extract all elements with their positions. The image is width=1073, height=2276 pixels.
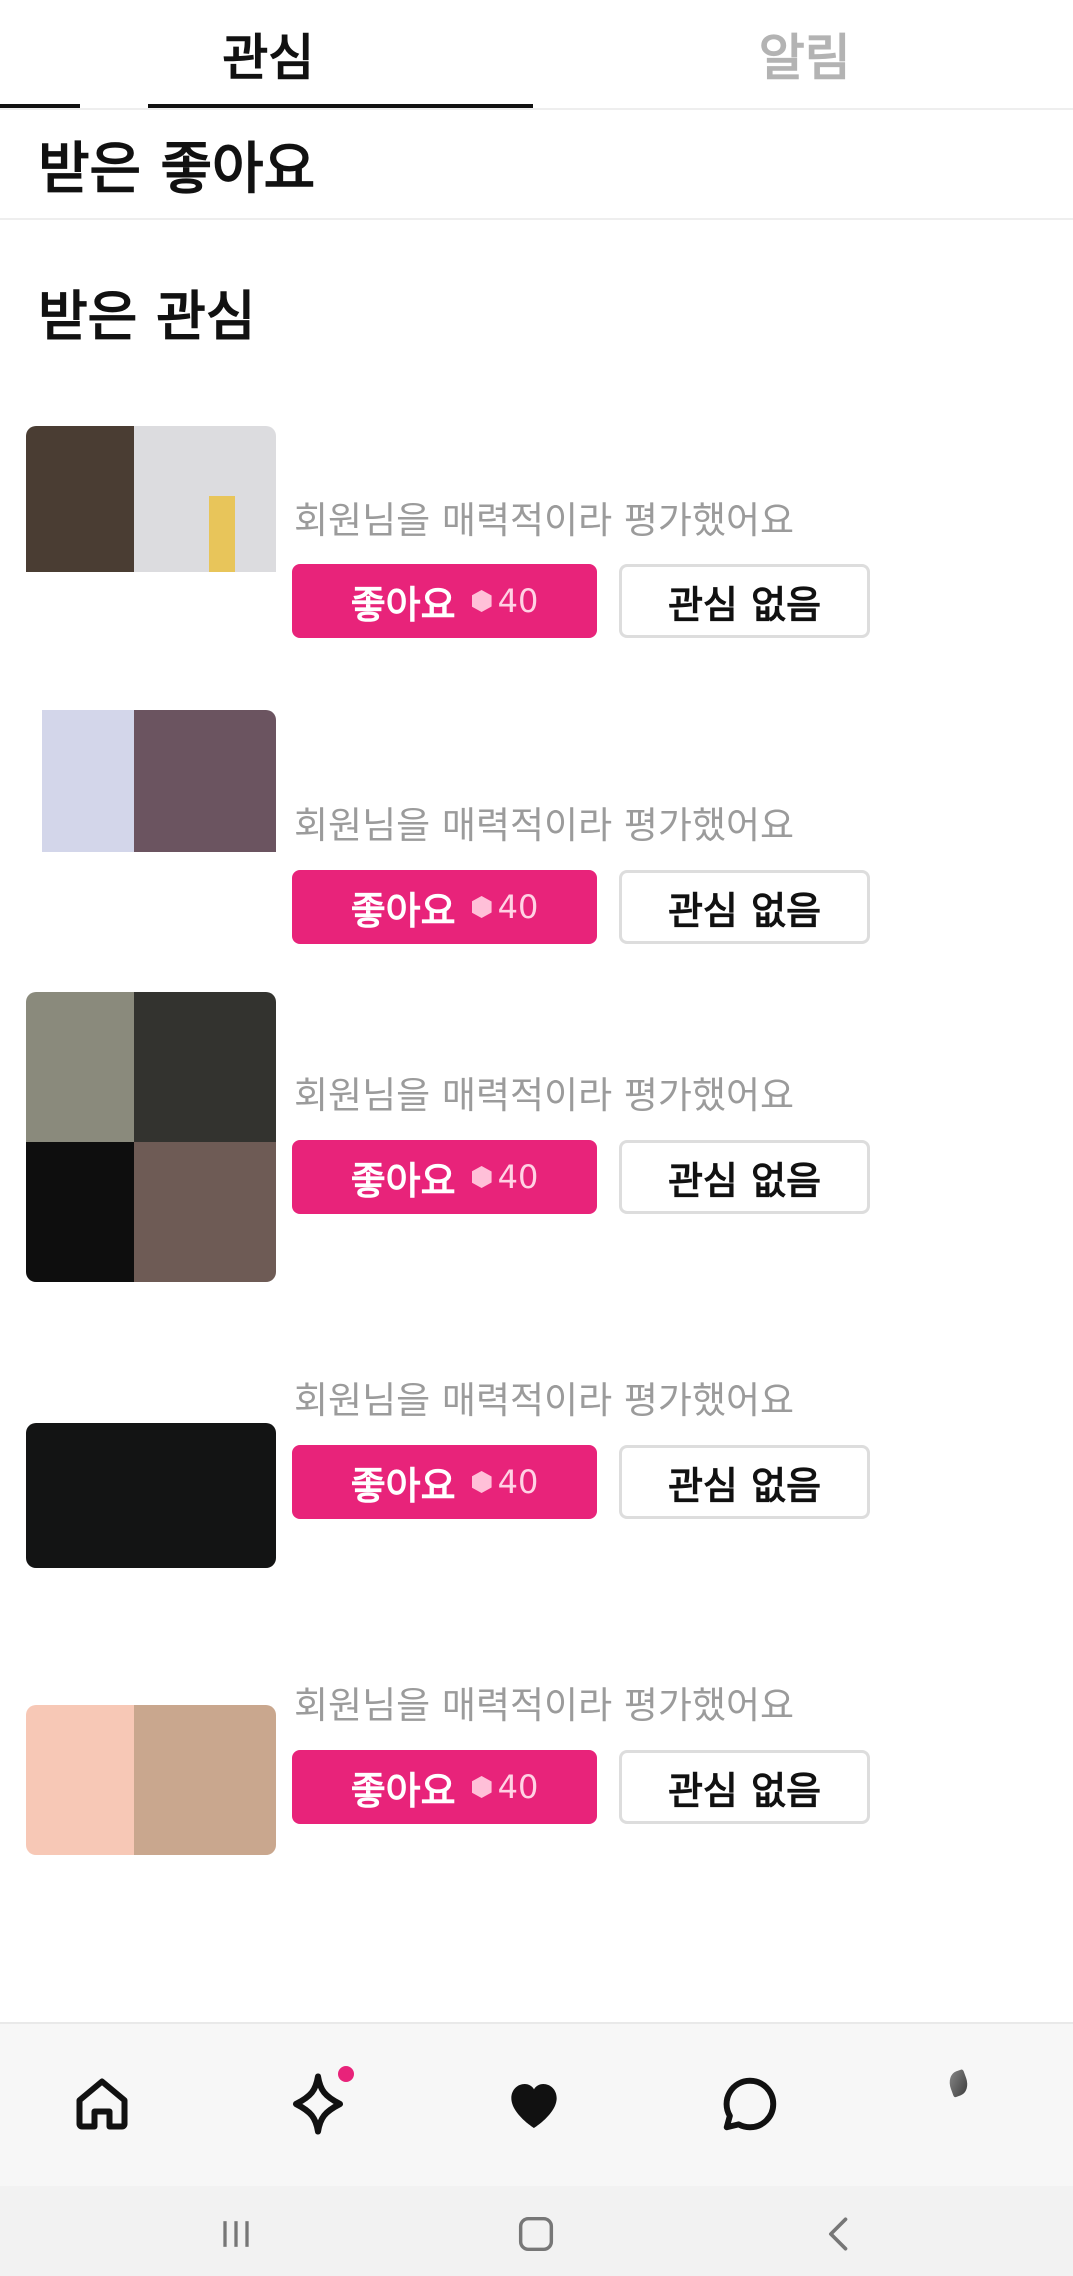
top-tabs: 관심 알림: [0, 0, 1073, 110]
nav-likes[interactable]: [484, 2054, 584, 2154]
recent-apps-icon: [223, 2221, 249, 2247]
chat-icon: [723, 2077, 777, 2131]
system-navigation-bar: [0, 2186, 1073, 2276]
like-cost: 40: [471, 1463, 539, 1501]
list-item: 회원님을 매력적이라 평가했어요 좋아요 40 관심 없음: [0, 420, 1073, 710]
item-message: 회원님을 매력적이라 평가했어요: [294, 1684, 795, 1727]
gem-icon: [471, 896, 492, 918]
gem-icon: [471, 1166, 492, 1188]
gem-icon: [471, 590, 492, 612]
like-button[interactable]: 좋아요 40: [292, 870, 597, 944]
gem-icon: [471, 1471, 492, 1493]
avatar[interactable]: [26, 1990, 276, 2022]
cost-value: 40: [497, 1768, 539, 1806]
not-interested-label: 관심 없음: [667, 1768, 822, 1813]
like-cost: 40: [471, 582, 539, 620]
gem-icon: [471, 1776, 492, 1798]
avatar[interactable]: [26, 710, 276, 870]
item-message: 회원님을 매력적이라 평가했어요: [294, 499, 795, 542]
cost-value: 40: [497, 1463, 539, 1501]
not-interested-label: 관심 없음: [667, 888, 822, 933]
not-interested-label: 관심 없음: [667, 1463, 822, 1508]
list-item: 회원님을 매력적이라 평가했어요 좋아요 40 관심 없음: [0, 990, 1073, 1282]
avatar[interactable]: [26, 426, 276, 586]
not-interested-button[interactable]: 관심 없음: [619, 1140, 870, 1214]
tab-indicator-left-segment: [0, 104, 80, 108]
profile-icon: [945, 2068, 972, 2098]
received-likes-header[interactable]: 받은 좋아요: [0, 110, 1073, 220]
not-interested-label: 관심 없음: [667, 1158, 822, 1203]
item-message: 회원님을 매력적이라 평가했어요: [294, 1074, 795, 1117]
like-button[interactable]: 좋아요 40: [292, 1140, 597, 1214]
not-interested-button[interactable]: 관심 없음: [619, 870, 870, 944]
system-home-button[interactable]: [496, 2204, 576, 2264]
received-likes-title: 받은 좋아요: [38, 136, 316, 202]
home-icon: [76, 2078, 128, 2130]
notification-dot: [338, 2066, 354, 2082]
item-message: 회원님을 매력적이라 평가했어요: [294, 804, 795, 847]
like-cost: 40: [471, 1768, 539, 1806]
recent-apps-button[interactable]: [196, 2204, 276, 2264]
like-button[interactable]: 좋아요 40: [292, 1750, 597, 1824]
like-label: 좋아요: [350, 1158, 456, 1203]
like-button[interactable]: 좋아요 40: [292, 1445, 597, 1519]
tab-interest-label: 관심: [222, 29, 315, 87]
nav-explore[interactable]: [268, 2054, 368, 2154]
item-message: 회원님을 매력적이라 평가했어요: [294, 1379, 795, 1422]
nav-chat[interactable]: [700, 2054, 800, 2154]
nav-profile[interactable]: [916, 2054, 1016, 2154]
cost-value: 40: [497, 582, 539, 620]
home-square-icon: [518, 2216, 554, 2252]
not-interested-button[interactable]: 관심 없음: [619, 564, 870, 638]
section-title: 받은 관심: [38, 285, 256, 348]
not-interested-button[interactable]: 관심 없음: [619, 1445, 870, 1519]
like-button[interactable]: 좋아요 40: [292, 564, 597, 638]
bottom-navigation: [0, 2022, 1073, 2186]
not-interested-button[interactable]: 관심 없음: [619, 1750, 870, 1824]
cost-value: 40: [497, 888, 539, 926]
like-label: 좋아요: [350, 1463, 456, 1508]
tab-interest[interactable]: 관심: [0, 0, 537, 108]
like-label: 좋아요: [350, 582, 456, 627]
back-icon: [829, 2217, 848, 2251]
not-interested-label: 관심 없음: [667, 582, 822, 627]
like-cost: 40: [471, 1158, 539, 1196]
cost-value: 40: [497, 1158, 539, 1196]
list-item: 회원님을 매력적이라 평가했어요 좋아요 40 관심 없음: [0, 1600, 1073, 1890]
like-label: 좋아요: [350, 888, 456, 933]
list-item-partial: [0, 1960, 1073, 2022]
heart-icon: [511, 2084, 557, 2128]
like-cost: 40: [471, 888, 539, 926]
tab-notifications-label: 알림: [758, 29, 851, 87]
list-item: 회원님을 매력적이라 평가했어요 좋아요 40 관심 없음: [0, 710, 1073, 1000]
avatar[interactable]: [26, 1423, 276, 1568]
system-back-button[interactable]: [800, 2204, 880, 2264]
active-tab-indicator: [148, 104, 533, 108]
avatar[interactable]: [26, 992, 276, 1282]
avatar[interactable]: [26, 1705, 276, 1855]
tab-notifications[interactable]: 알림: [537, 0, 1073, 108]
nav-home[interactable]: [52, 2054, 152, 2154]
list-item: 회원님을 매력적이라 평가했어요 좋아요 40 관심 없음: [0, 1295, 1073, 1585]
like-label: 좋아요: [350, 1768, 456, 1813]
